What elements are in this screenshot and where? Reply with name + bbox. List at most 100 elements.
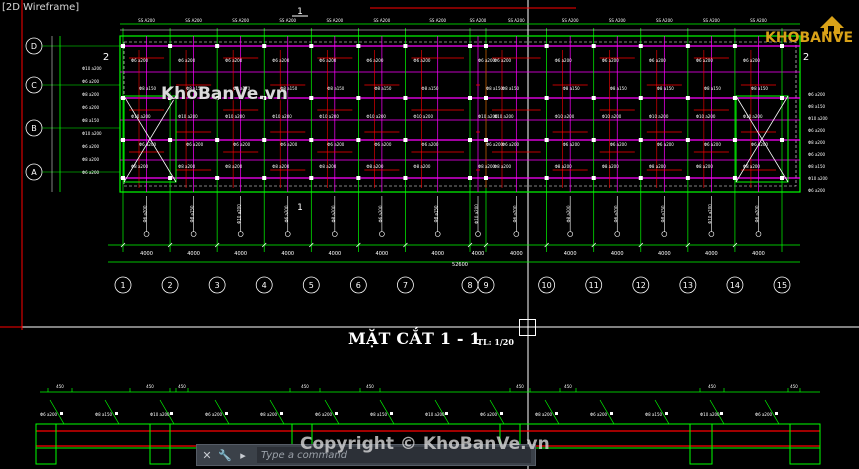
rebar-note: Φ8 a200	[131, 164, 149, 169]
rebar-note: Φ8 a150	[751, 86, 769, 91]
node-marker	[356, 176, 361, 180]
section-note: Φ6 a200	[755, 412, 773, 417]
dimension-value: 4000	[234, 251, 247, 257]
rebar-note: Φ6 a200	[751, 142, 769, 147]
column-axis-label: 15	[777, 281, 787, 290]
node-marker	[591, 96, 596, 100]
rebar-note: Φ6 a200	[421, 142, 439, 147]
column-axis-label: 8	[467, 281, 472, 290]
dimension-value: 4000	[140, 251, 153, 257]
rebar-note: Φ6 a200	[280, 142, 298, 147]
rebar-note: Φ8 a150	[139, 86, 157, 91]
rebar-note: Φ6 a200	[502, 142, 520, 147]
rebar-note: Φ8 a200	[743, 164, 761, 169]
rebar-note: Φ6 a200	[272, 58, 290, 63]
node-marker	[544, 44, 549, 48]
rebar-note: Φ8 a200	[555, 164, 573, 169]
rebar-callout: Φ6 a200	[754, 205, 759, 223]
section-marker	[115, 412, 118, 415]
rebar-note: Φ8 a150	[374, 86, 392, 91]
node-marker	[403, 96, 408, 100]
section-note: Φ10 a200	[150, 412, 170, 417]
section-marker	[720, 412, 723, 415]
rebar-note: Φ8 a150	[327, 86, 345, 91]
node-marker	[484, 44, 488, 48]
dimension-value: 4000	[472, 251, 485, 257]
column-axis-label: 13	[683, 281, 693, 290]
node-marker	[468, 176, 472, 180]
rebar-note: Φ10 a200	[555, 114, 575, 119]
rebar-note: Φ10 a200	[649, 114, 669, 119]
rebar-note: Φ6 a200	[82, 79, 100, 84]
top-dimension-text: SS A200	[562, 18, 579, 23]
node-marker	[309, 44, 314, 48]
dimension-value: 450	[790, 384, 798, 389]
dimension-value: 450	[56, 384, 64, 389]
section-mark: 1	[297, 203, 303, 213]
dimension-value: 4000	[281, 251, 294, 257]
section-marker	[225, 412, 228, 415]
node-marker	[262, 44, 267, 48]
callout-circle	[708, 231, 715, 237]
rebar-note: Φ8 a150	[502, 86, 520, 91]
section-note: Φ8 a150	[95, 412, 113, 417]
cad-drawing-area[interactable]: Φ6 a200 Φ8 a150 Φ10 a200 Φ6 a200 Φ8 a200 Φ6 a…	[0, 0, 859, 469]
section-marker	[500, 412, 503, 415]
rebar-note: Φ10 a200	[808, 176, 828, 181]
rebar-note: Φ6 a200	[494, 58, 512, 63]
section-marker	[445, 412, 448, 415]
section-note: Φ6 a200	[205, 412, 223, 417]
top-dimension-text: SS A200	[508, 18, 525, 23]
viewport-label[interactable]: [2D Wireframe]	[2, 2, 79, 13]
node-marker	[356, 96, 361, 100]
node-marker	[685, 176, 690, 180]
rebar-note: Φ8 a150	[82, 118, 100, 123]
command-prompt-icon[interactable]: ▸	[235, 447, 251, 463]
rebar-note: Φ6 a200	[327, 142, 345, 147]
callout-circle	[434, 231, 441, 237]
dimension-value: 4000	[187, 251, 200, 257]
cad-canvas[interactable]: Φ6 a200 Φ8 a150 Φ10 a200 Φ6 a200 Φ8 a200 Φ6 a…	[0, 0, 859, 469]
rebar-note: Φ6 a200	[808, 128, 826, 133]
rebar-callout: Φ10 a200	[237, 204, 242, 224]
rebar-note: Φ10 a200	[494, 114, 514, 119]
wrench-icon[interactable]: 🔧	[217, 447, 233, 463]
section-scale: TL: 1/20	[477, 337, 514, 347]
rebar-note: Φ6 a200	[233, 142, 251, 147]
rebar-note: Φ10 a200	[413, 114, 433, 119]
callout-circle	[614, 231, 621, 237]
callout-circle	[661, 231, 668, 237]
callout-circle	[143, 231, 150, 237]
column-axis-label: 11	[589, 281, 599, 290]
node-marker	[168, 138, 173, 142]
rebar-callout: Φ8 a150	[660, 205, 665, 223]
rebar-note: Φ6 a200	[82, 105, 100, 110]
rebar-note: Φ10 a200	[743, 114, 763, 119]
rebar-note: Φ8 a200	[649, 164, 667, 169]
top-dimension-text: SS A200	[232, 18, 249, 23]
rebar-note: Φ8 a150	[704, 86, 722, 91]
rebar-callout: Φ6 a200	[613, 205, 618, 223]
section-title: MẶT CẮT 1 - 1	[348, 329, 481, 348]
node-marker	[732, 44, 737, 48]
node-marker	[544, 176, 549, 180]
rebar-note: Φ10 a200	[319, 114, 339, 119]
node-marker	[403, 138, 408, 142]
rebar-callout: Φ8 a200	[566, 205, 571, 223]
node-marker	[780, 176, 784, 180]
dimension-value: 4000	[510, 251, 523, 257]
rebar-note: Φ6 a200	[563, 142, 581, 147]
rebar-note: Φ6 a200	[602, 58, 620, 63]
column-axis-label: 2	[168, 281, 173, 290]
close-icon[interactable]: ✕	[199, 447, 215, 463]
node-marker	[591, 138, 596, 142]
rebar-note: Φ8 a150	[421, 86, 439, 91]
callout-circle	[475, 231, 481, 237]
top-dimension-text: SS A200	[279, 18, 296, 23]
node-marker	[484, 176, 488, 180]
rebar-note: Φ6 a200	[610, 142, 628, 147]
section-marker	[555, 412, 558, 415]
node-marker	[262, 138, 267, 142]
node-marker	[780, 138, 784, 142]
rebar-callout: Φ8 a200	[331, 205, 336, 223]
